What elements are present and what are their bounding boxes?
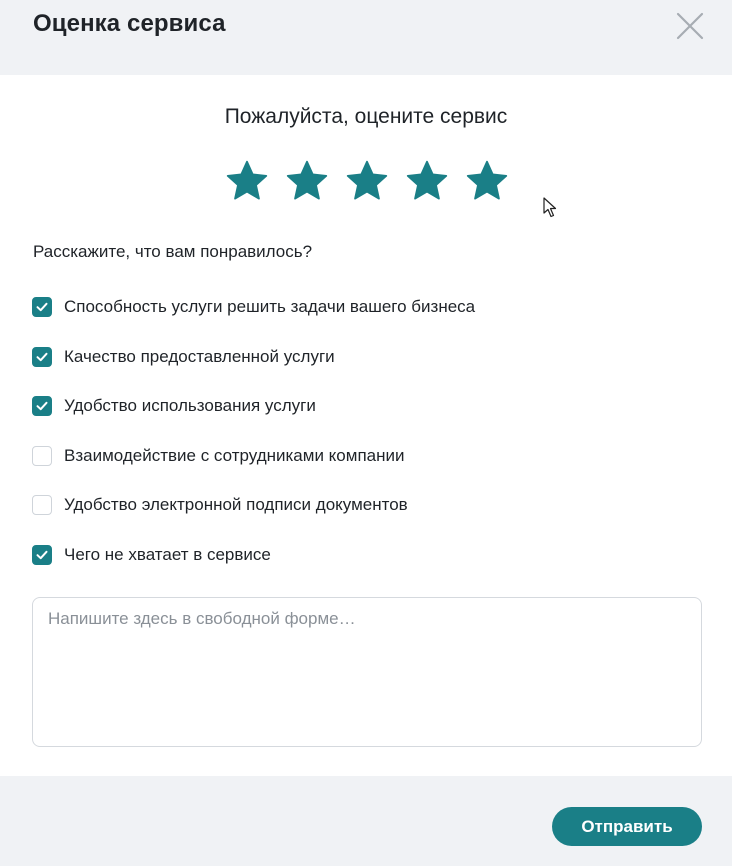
dialog-body: Пожалуйста, оцените сервис Расскажите, ч…: [0, 75, 732, 776]
checkbox[interactable]: [32, 396, 52, 416]
comment-textarea[interactable]: [32, 597, 702, 747]
star-icon-1[interactable]: [225, 159, 269, 203]
option-staff-interaction[interactable]: Взаимодействие с сотрудниками компании: [32, 444, 475, 468]
option-label: Взаимодействие с сотрудниками компании: [64, 445, 405, 465]
star-rating: [225, 159, 525, 203]
option-ease-of-use[interactable]: Удобство использования услуги: [32, 394, 475, 418]
checkbox[interactable]: [32, 544, 52, 565]
option-missing-features[interactable]: Чего не хватает в сервисе: [32, 543, 475, 567]
checkbox[interactable]: [32, 346, 52, 367]
close-icon[interactable]: [674, 10, 706, 42]
star-icon-4[interactable]: [405, 159, 449, 203]
option-business-tasks[interactable]: Способность услуги решить задачи вашего …: [32, 295, 475, 319]
checkbox[interactable]: [32, 495, 52, 515]
star-icon-5[interactable]: [465, 159, 509, 203]
star-icon-3[interactable]: [345, 159, 389, 203]
dialog-footer: Отправить: [0, 776, 732, 866]
option-service-quality[interactable]: Качество предоставленной услуги: [32, 345, 475, 369]
check-icon: [36, 401, 48, 411]
option-label: Качество предоставленной услуги: [64, 346, 335, 366]
star-icon-2[interactable]: [285, 159, 329, 203]
rating-dialog: Оценка сервиса Пожалуйста, оцените серви…: [0, 0, 732, 866]
checkbox[interactable]: [32, 297, 52, 317]
check-icon: [36, 550, 48, 559]
dialog-title: Оценка сервиса: [33, 10, 226, 37]
submit-button[interactable]: Отправить: [552, 807, 702, 846]
option-label: Чего не хватает в сервисе: [64, 544, 271, 564]
feedback-question: Расскажите, что вам понравилось?: [33, 242, 313, 261]
dialog-header: Оценка сервиса: [0, 0, 732, 75]
check-icon: [36, 302, 48, 312]
checkbox[interactable]: [32, 445, 52, 466]
check-icon: [36, 352, 48, 361]
option-label: Способность услуги решить задачи вашего …: [64, 297, 476, 316]
feedback-options: Способность услуги решить задачи вашего …: [32, 295, 475, 592]
option-label: Удобство электронной подписи документов: [64, 495, 408, 514]
rating-prompt: Пожалуйста, оцените сервис: [224, 105, 508, 128]
option-label: Удобство использования услуги: [64, 396, 316, 415]
mouse-cursor-icon: [543, 197, 557, 218]
option-e-signature[interactable]: Удобство электронной подписи документов: [32, 493, 475, 517]
